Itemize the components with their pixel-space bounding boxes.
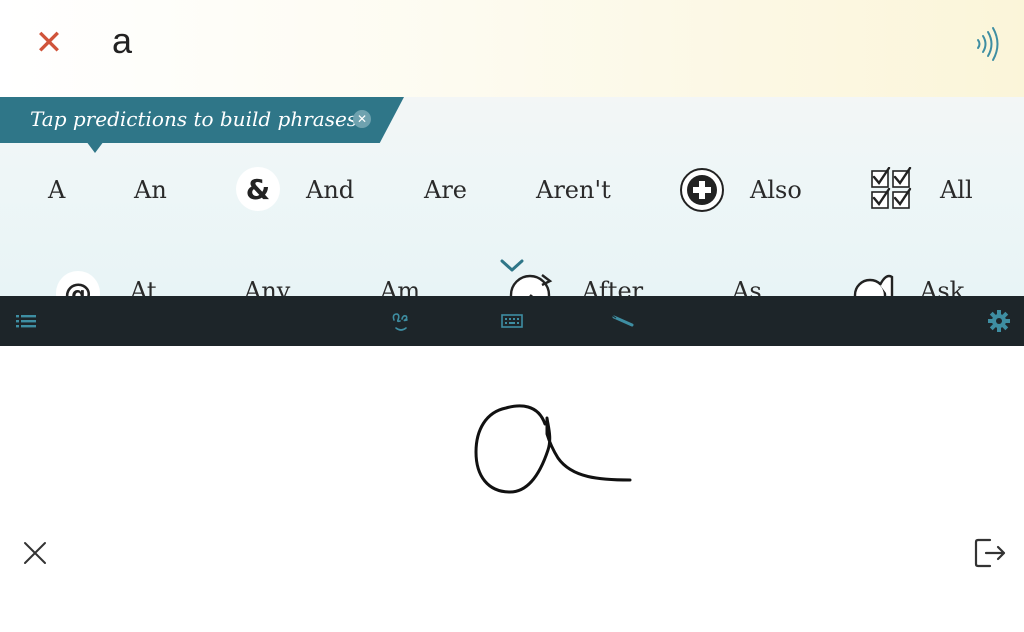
ask-icon: [853, 274, 894, 296]
close-icon[interactable]: [20, 538, 50, 568]
ampersand-icon: &: [236, 167, 280, 211]
message-bar: ✕ a: [0, 0, 1024, 97]
speaker-icon[interactable]: [966, 24, 1006, 64]
gear-icon[interactable]: [986, 308, 1012, 334]
exit-icon[interactable]: [972, 536, 1008, 570]
toolbar: [0, 296, 1024, 346]
prediction-all[interactable]: All: [940, 176, 973, 204]
list-icon[interactable]: [14, 308, 38, 334]
message-input[interactable]: a: [112, 20, 132, 62]
tip-pointer: [86, 141, 104, 153]
prediction-are[interactable]: Are: [424, 176, 467, 204]
prediction-am[interactable]: Am: [380, 277, 420, 296]
handwriting-icon[interactable]: [388, 308, 414, 334]
prediction-an[interactable]: An: [134, 176, 167, 204]
checklist-icon: [871, 167, 912, 209]
handwriting-stroke: [474, 404, 632, 494]
pen-icon[interactable]: [610, 308, 636, 334]
prediction-at[interactable]: At: [130, 277, 157, 296]
tip-close-button[interactable]: ✕: [353, 110, 371, 128]
prediction-a[interactable]: A: [48, 176, 65, 204]
prediction-after[interactable]: After: [582, 277, 643, 296]
prediction-and[interactable]: And: [306, 176, 354, 204]
close-icon: ✕: [34, 23, 64, 63]
clear-button[interactable]: ✕: [30, 23, 68, 63]
prediction-panel: Tap predictions to build phrases. ✕ A An…: [0, 97, 1024, 296]
at-sign-icon: @: [56, 271, 100, 296]
plus-circle-icon: [680, 168, 724, 212]
tip-banner: Tap predictions to build phrases. ✕: [0, 97, 404, 143]
keyboard-icon[interactable]: [500, 308, 524, 334]
handwriting-canvas[interactable]: [0, 346, 1024, 632]
prediction-ask[interactable]: Ask: [920, 277, 964, 296]
prediction-as[interactable]: As: [732, 277, 762, 296]
prediction-arent[interactable]: Aren't: [536, 176, 611, 204]
prediction-any[interactable]: Any: [244, 277, 290, 296]
clock-forward-icon: [509, 274, 553, 296]
tip-text: Tap predictions to build phrases.: [30, 107, 364, 131]
prediction-also[interactable]: Also: [750, 176, 802, 204]
